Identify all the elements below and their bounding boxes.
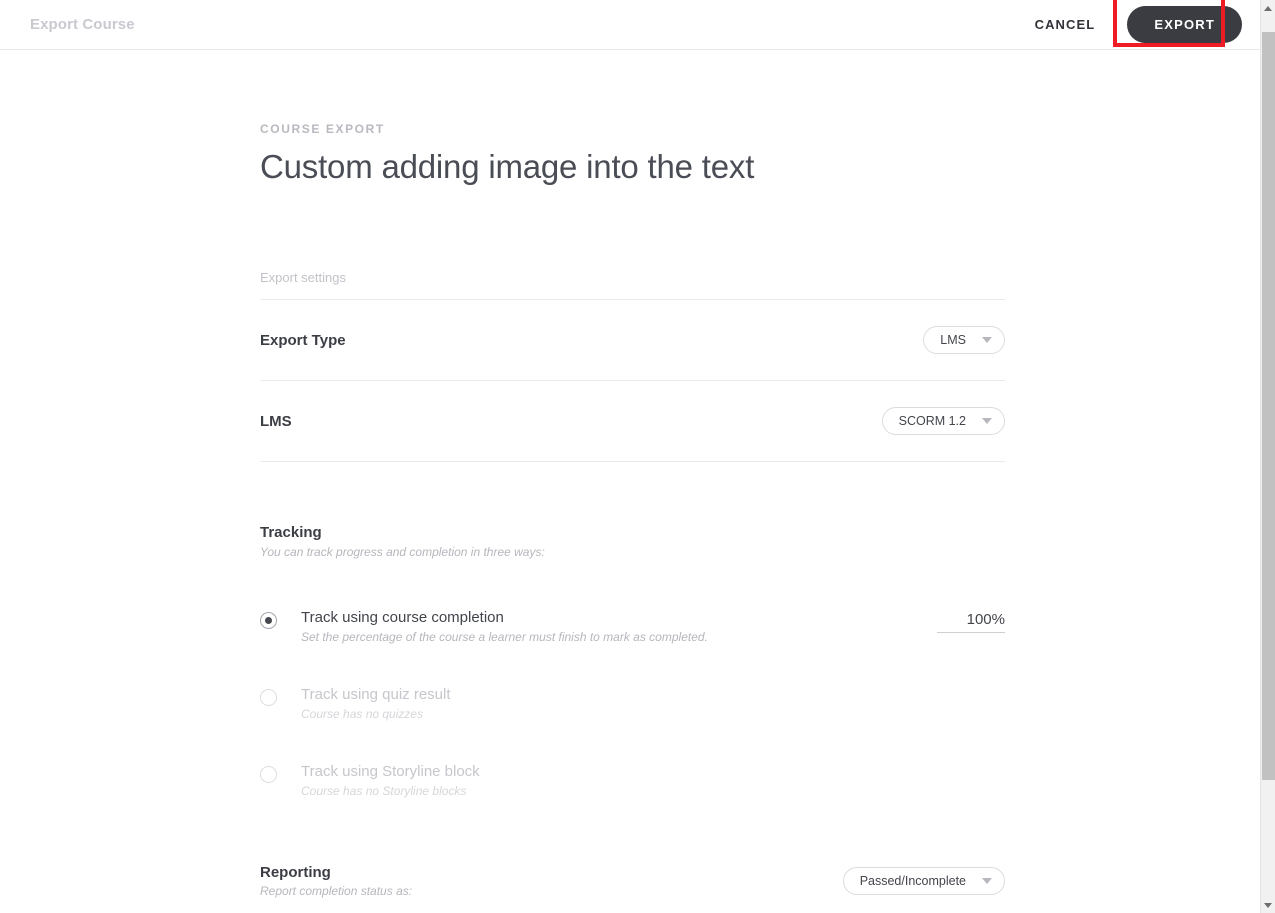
reporting-value: Passed/Incomplete	[859, 874, 966, 888]
dialog-title: Export Course	[30, 16, 135, 33]
radio-storyline-block[interactable]	[260, 766, 277, 783]
option-body: Track using course completion Set the pe…	[301, 609, 937, 644]
completion-percent-input[interactable]: 100%	[937, 611, 1005, 633]
export-type-value: LMS	[940, 333, 966, 347]
export-button-wrapper: EXPORT	[1113, 0, 1242, 47]
lms-label: LMS	[260, 412, 292, 430]
chevron-down-icon	[982, 337, 992, 343]
scroll-down-arrow-icon[interactable]	[1261, 897, 1275, 913]
chevron-down-icon	[982, 878, 992, 884]
export-type-label: Export Type	[260, 331, 346, 349]
export-type-select[interactable]: LMS	[923, 326, 1005, 354]
vertical-scrollbar[interactable]	[1260, 0, 1275, 913]
divider-lms	[260, 461, 1005, 462]
header-actions: CANCEL EXPORT	[1025, 0, 1260, 47]
tracking-option-quiz-result[interactable]: Track using quiz result Course has no qu…	[260, 686, 1005, 721]
lms-value: SCORM 1.2	[898, 414, 966, 428]
export-type-row: Export Type LMS	[260, 300, 1005, 380]
page-title: Custom adding image into the text	[260, 148, 755, 185]
reporting-row: Reporting Report completion status as: P…	[260, 864, 1005, 898]
option-description: Set the percentage of the course a learn…	[301, 630, 708, 644]
dialog-header: Export Course CANCEL EXPORT	[0, 0, 1260, 50]
content-inner: COURSE EXPORT Custom adding image into t…	[260, 122, 1005, 913]
scroll-up-arrow-icon[interactable]	[1261, 0, 1275, 16]
option-title: Track using quiz result	[301, 686, 451, 703]
reporting-label: Reporting	[260, 864, 331, 881]
page-eyebrow: COURSE EXPORT	[260, 122, 385, 136]
reporting-labels: Reporting Report completion status as:	[260, 864, 412, 898]
reporting-sub: Report completion status as:	[260, 884, 413, 898]
lms-row: LMS SCORM 1.2	[260, 381, 1005, 461]
tracking-header: Tracking You can track progress and comp…	[260, 524, 1005, 559]
option-body: Track using Storyline block Course has n…	[301, 763, 1005, 798]
export-course-dialog: Export Course CANCEL EXPORT COURSE EXPOR…	[0, 0, 1275, 913]
scrollbar-thumb[interactable]	[1262, 32, 1275, 780]
radio-course-completion[interactable]	[260, 612, 277, 629]
chevron-down-icon	[982, 418, 992, 424]
radio-quiz-result[interactable]	[260, 689, 277, 706]
option-body: Track using quiz result Course has no qu…	[301, 686, 1005, 721]
cancel-button[interactable]: CANCEL	[1025, 9, 1106, 40]
option-description: Course has no quizzes	[301, 707, 424, 721]
option-title: Track using course completion	[301, 609, 504, 626]
tracking-title: Tracking	[260, 524, 322, 541]
export-settings-label: Export settings	[260, 270, 346, 285]
reporting-select[interactable]: Passed/Incomplete	[842, 867, 1005, 895]
option-title: Track using Storyline block	[301, 763, 480, 780]
tracking-option-course-completion[interactable]: Track using course completion Set the pe…	[260, 609, 1005, 644]
dialog-content: COURSE EXPORT Custom adding image into t…	[0, 50, 1260, 913]
tracking-option-storyline-block[interactable]: Track using Storyline block Course has n…	[260, 763, 1005, 798]
export-button[interactable]: EXPORT	[1127, 6, 1242, 43]
lms-select[interactable]: SCORM 1.2	[881, 407, 1005, 435]
option-description: Course has no Storyline blocks	[301, 784, 467, 798]
tracking-subtitle: You can track progress and completion in…	[260, 545, 545, 559]
